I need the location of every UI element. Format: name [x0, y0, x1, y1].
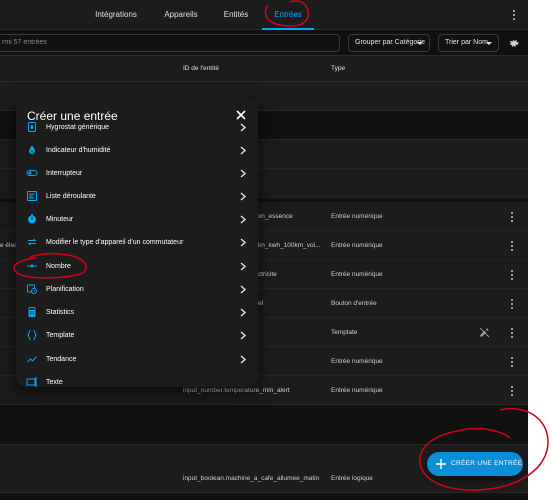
chevron-down-icon [417, 42, 423, 45]
toggle-switch-icon [26, 170, 38, 176]
row-overflow-icon[interactable] [507, 239, 517, 253]
overflow-menu-icon[interactable] [509, 8, 519, 22]
chevron-right-icon [240, 308, 247, 317]
helper-option-template[interactable]: Template [16, 324, 258, 347]
group-by-button[interactable]: Grouper par Catégorie [348, 34, 430, 52]
row-entity-id: input_boolean.machine_a_cafe_allumee_mat… [183, 475, 320, 482]
chevron-right-icon [240, 355, 247, 364]
chevron-right-icon [240, 238, 247, 247]
helper-option-label: Modifier le type d'appareil d'un commuta… [46, 239, 184, 246]
top-tab-bar: Intégrations Appareils Entités Entrées [0, 0, 528, 30]
calendar-clock-icon [27, 284, 37, 294]
row-overflow-icon[interactable] [507, 268, 517, 282]
chart-line-icon [27, 356, 37, 363]
helper-option-dropdown[interactable]: Liste déroulante [16, 185, 258, 208]
water-percent-icon: % [29, 145, 35, 154]
search-input[interactable]: rmi 57 entrées [0, 34, 340, 52]
pencil-off-icon [479, 327, 490, 338]
helper-option-toggle[interactable]: Interrupteur [16, 162, 258, 185]
row-type: Entrée numérique [331, 271, 383, 278]
row-type: Entrée logique [331, 475, 373, 482]
svg-text:%: % [30, 149, 34, 154]
helper-option-label: Tendance [46, 356, 77, 363]
row-entity-id: ctricite [258, 271, 277, 278]
row-type: Bouton d'entrée [331, 300, 377, 307]
table-header: ID de l'entité Type [0, 56, 528, 82]
row-entity-id: kn_kwh_100km_voi... [258, 242, 321, 249]
helper-option-label: Liste déroulante [46, 193, 96, 200]
helper-option-number[interactable]: Nombre [16, 255, 258, 278]
column-header-entity-id[interactable]: ID de l'entité [183, 56, 219, 82]
row-type: Entrée numérique [331, 213, 383, 220]
row-overflow-icon[interactable] [507, 297, 517, 311]
row-type: Template [331, 329, 358, 336]
row-name: e élec [0, 242, 18, 249]
tab-devices[interactable]: Appareils [158, 0, 204, 30]
sort-label: Trier par Nom [445, 39, 488, 46]
helper-option-change-device-type[interactable]: Modifier le type d'appareil d'un commuta… [16, 231, 258, 254]
group-by-label: Grouper par Catégorie [355, 39, 426, 46]
helper-option-label: Template [46, 332, 75, 339]
row-entity-id: el [258, 300, 264, 307]
helper-option-statistics[interactable]: Statistics [16, 301, 258, 324]
chevron-right-icon [240, 262, 247, 271]
helper-option-label: Texte [46, 379, 63, 386]
helper-option-humidity-indicator[interactable]: % Indicateur d'humidité [16, 139, 258, 162]
plus-icon [436, 459, 446, 469]
row-overflow-icon[interactable] [507, 384, 517, 398]
form-dropdown-icon [27, 191, 37, 201]
filter-toolbar: rmi 57 entrées Grouper par Catégorie Tri… [0, 30, 528, 56]
chevron-right-icon [240, 123, 247, 132]
sort-button[interactable]: Trier par Nom [438, 34, 499, 52]
group-header-row[interactable] [0, 405, 528, 445]
chevron-right-icon [240, 215, 247, 224]
create-helper-label: CRÉER UNE ENTRÉE [451, 460, 523, 467]
tab-helpers[interactable]: Entrées [262, 0, 314, 30]
helper-option-label: Hygrostat générique [46, 124, 110, 131]
helper-option-label: Nombre [46, 263, 71, 270]
create-helper-button[interactable]: CRÉER UNE ENTRÉE [427, 452, 523, 476]
create-helper-dialog: Créer une entrée Hygrostat générique % I… [16, 97, 258, 387]
chevron-down-icon [486, 42, 492, 45]
page-margin [528, 0, 552, 500]
tab-entities[interactable]: Entités [218, 0, 254, 30]
row-overflow-icon[interactable] [507, 326, 517, 340]
settings-gear-icon[interactable] [508, 38, 520, 50]
tab-integrations[interactable]: Intégrations [88, 0, 144, 30]
row-entity-id: xn_essence [258, 213, 293, 220]
helper-option-label: Statistics [46, 309, 75, 316]
column-header-type[interactable]: Type [331, 56, 345, 82]
chevron-right-icon [240, 285, 247, 294]
timer-icon [28, 214, 36, 224]
chevron-right-icon [240, 146, 247, 155]
ray-vertex-icon [27, 264, 37, 268]
code-braces-icon [27, 330, 37, 340]
row-type: Entrée numérique [331, 358, 383, 365]
chevron-right-icon [240, 192, 247, 201]
helper-option-label: Indicateur d'humidité [46, 147, 111, 154]
app-window: Intégrations Appareils Entités Entrées r… [0, 0, 528, 500]
chevron-right-icon [240, 169, 247, 178]
form-textbox-icon [26, 377, 37, 387]
helper-option-label: Planification [46, 286, 84, 293]
helper-option-timer[interactable]: Minuteur [16, 208, 258, 231]
hygrostat-icon [28, 122, 36, 132]
swap-horizontal-icon [27, 238, 37, 246]
row-overflow-icon[interactable] [507, 355, 517, 369]
chevron-right-icon [240, 331, 247, 340]
helper-option-label: Interrupteur [46, 170, 83, 177]
calculator-icon [28, 307, 36, 317]
helper-option-text[interactable]: Texte [16, 371, 258, 387]
helper-option-trend[interactable]: Tendance [16, 348, 258, 371]
helper-option-generic-hygrostat[interactable]: Hygrostat générique [16, 116, 258, 139]
row-type: Entrée numérique [331, 387, 383, 394]
row-overflow-icon[interactable] [507, 210, 517, 224]
helper-option-schedule[interactable]: Planification [16, 278, 258, 301]
helper-option-label: Minuteur [46, 216, 74, 223]
row-type: Entrée numérique [331, 242, 383, 249]
